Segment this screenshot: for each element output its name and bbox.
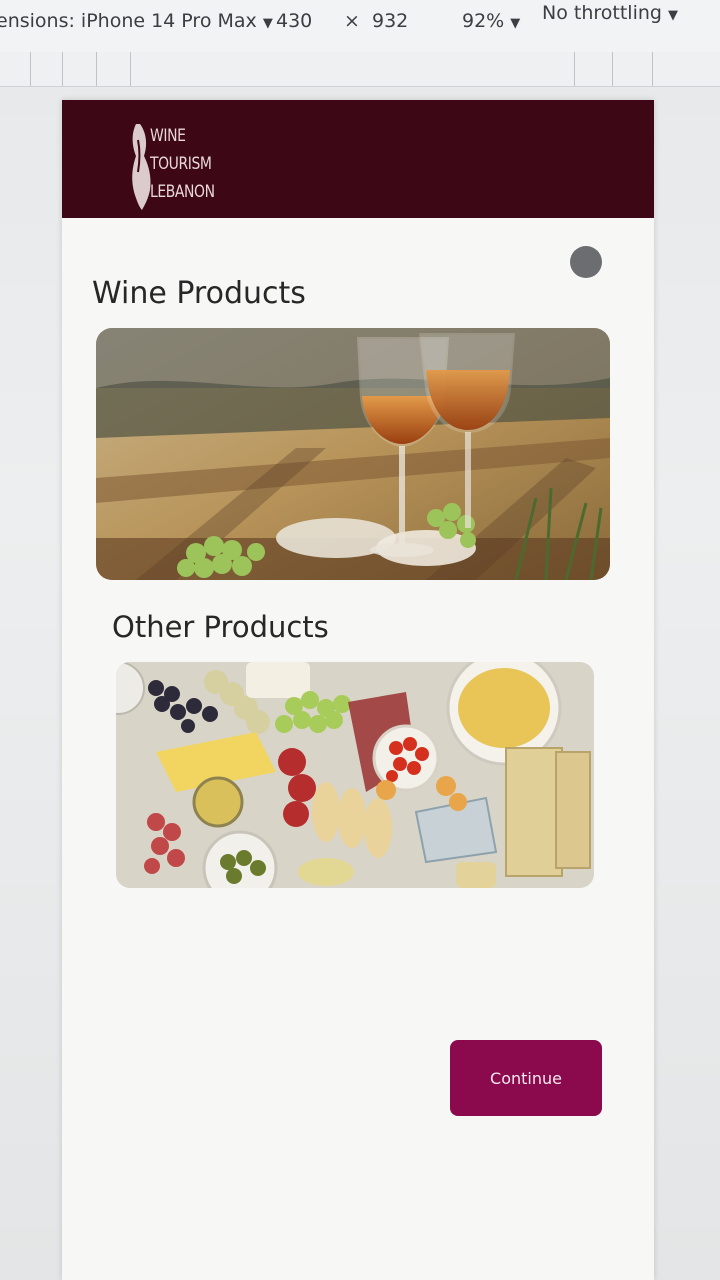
screen: ensions: iPhone 14 Pro Max ▼ 430 × 932 9…	[0, 0, 720, 1280]
device-label: ensions: iPhone 14 Pro Max	[0, 10, 257, 32]
wine-products-card[interactable]	[96, 328, 610, 580]
throttle-label: No throttling	[542, 2, 662, 24]
app-header: WINE TOURISM LEBANON	[62, 100, 654, 218]
height-input[interactable]: 932	[372, 10, 408, 32]
wine-products-title: Wine Products	[92, 276, 306, 311]
width-input[interactable]: 430	[276, 10, 312, 32]
charcuterie-photo	[116, 662, 594, 888]
phone-viewport: WINE TOURISM LEBANON Wine Products Other…	[62, 100, 654, 1280]
chevron-down-icon: ▼	[510, 16, 521, 31]
zoom-label: 92%	[462, 10, 505, 32]
media-query-ruler	[0, 52, 720, 87]
zoom-select[interactable]: 92% ▼	[462, 10, 520, 32]
chevron-down-icon: ▼	[262, 16, 273, 31]
devtools-toolbar: ensions: iPhone 14 Pro Max ▼ 430 × 932 9…	[0, 0, 720, 53]
chevron-down-icon: ▼	[668, 8, 678, 23]
device-select[interactable]: ensions: iPhone 14 Pro Max ▼	[0, 10, 273, 32]
logo-wordmark: WINE TOURISM LEBANON	[150, 122, 215, 206]
times-label: ×	[344, 10, 360, 32]
wine-photo	[96, 328, 610, 580]
continue-button[interactable]: Continue	[450, 1040, 602, 1116]
other-products-title: Other Products	[112, 610, 329, 644]
throttle-select[interactable]: No throttling ▼	[542, 2, 678, 24]
logo-line: TOURISM	[150, 154, 212, 174]
menu-toggle-button[interactable]	[570, 246, 602, 278]
logo-line: LEBANON	[150, 182, 215, 202]
logo-line: WINE	[150, 126, 186, 146]
other-products-card[interactable]	[116, 662, 594, 888]
